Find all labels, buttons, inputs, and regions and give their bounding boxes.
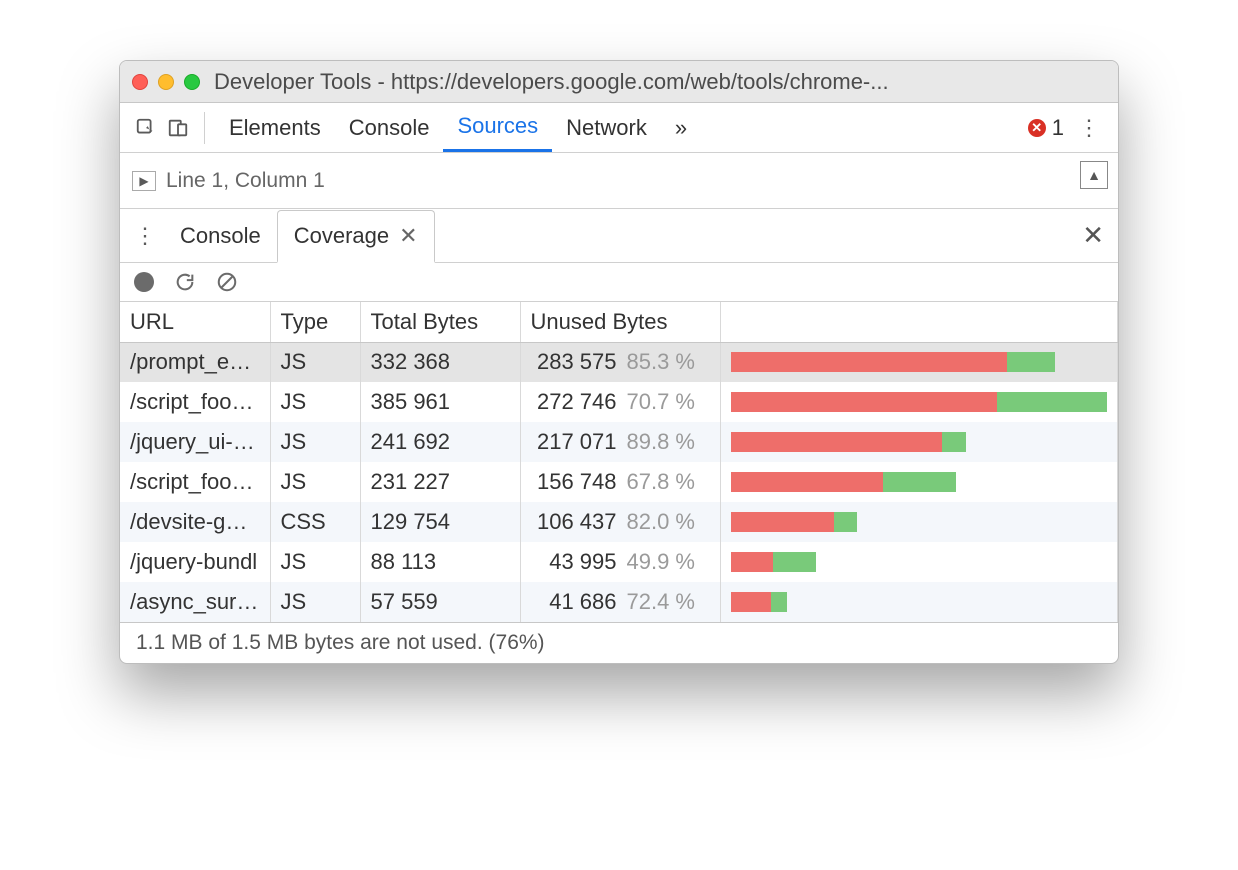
- cell-url: /devsite-goog: [120, 502, 270, 542]
- tabs-overflow[interactable]: »: [661, 103, 701, 152]
- cell-unused-bytes: 41 68672.4 %: [520, 582, 720, 622]
- cursor-position: Line 1, Column 1: [166, 169, 325, 193]
- expand-drawer-icon[interactable]: ▲: [1080, 161, 1108, 189]
- tab-console[interactable]: Console: [335, 103, 444, 152]
- play-icon[interactable]: ▶: [132, 171, 156, 191]
- usage-bar: [731, 392, 1108, 412]
- cell-unused-bytes: 272 74670.7 %: [520, 382, 720, 422]
- cell-usage-bar: [720, 342, 1118, 382]
- close-window-button[interactable]: [132, 74, 148, 90]
- usage-bar: [731, 352, 1055, 372]
- cell-url: /jquery-bundl: [120, 542, 270, 582]
- window-title: Developer Tools - https://developers.goo…: [214, 69, 1106, 95]
- cell-type: JS: [270, 422, 360, 462]
- cell-type: JS: [270, 542, 360, 582]
- col-header-type[interactable]: Type: [270, 302, 360, 342]
- cell-total-bytes: 129 754: [360, 502, 520, 542]
- cell-url: /script_foot_c: [120, 382, 270, 422]
- table-row[interactable]: /prompt_embJS332 368283 57585.3 %: [120, 342, 1118, 382]
- close-icon[interactable]: ✕: [399, 223, 417, 249]
- drawer-tab-label: Console: [180, 223, 261, 249]
- table-row[interactable]: /async_surveyJS57 55941 68672.4 %: [120, 582, 1118, 622]
- table-row[interactable]: /script_foot.jsJS231 227156 74867.8 %: [120, 462, 1118, 502]
- cell-usage-bar: [720, 382, 1118, 422]
- table-header-row: URL Type Total Bytes Unused Bytes: [120, 302, 1118, 342]
- tab-elements[interactable]: Elements: [215, 103, 335, 152]
- drawer-tab-coverage[interactable]: Coverage ✕: [277, 210, 435, 263]
- close-drawer-icon[interactable]: ✕: [1068, 220, 1118, 251]
- cell-unused-bytes: 283 57585.3 %: [520, 342, 720, 382]
- devtools-window: Developer Tools - https://developers.goo…: [119, 60, 1119, 664]
- usage-bar: [731, 592, 787, 612]
- tab-label: Network: [566, 115, 647, 141]
- separator: [204, 112, 205, 144]
- cell-url: /jquery_ui-bun: [120, 422, 270, 462]
- drawer-tabs: ⋮ Console Coverage ✕ ✕: [120, 209, 1118, 263]
- cell-type: JS: [270, 582, 360, 622]
- cell-total-bytes: 57 559: [360, 582, 520, 622]
- cell-type: JS: [270, 382, 360, 422]
- drawer-tab-label: Coverage: [294, 223, 389, 249]
- cell-unused-bytes: 106 43782.0 %: [520, 502, 720, 542]
- titlebar: Developer Tools - https://developers.goo…: [120, 61, 1118, 103]
- cell-usage-bar: [720, 462, 1118, 502]
- col-header-url[interactable]: URL: [120, 302, 270, 342]
- cell-type: CSS: [270, 502, 360, 542]
- drawer-tab-console[interactable]: Console: [164, 209, 277, 262]
- tab-sources[interactable]: Sources: [443, 103, 552, 152]
- zoom-window-button[interactable]: [184, 74, 200, 90]
- editor-stub: ▶ Line 1, Column 1 ▲: [120, 153, 1118, 209]
- coverage-toolbar: [120, 263, 1118, 302]
- cell-total-bytes: 231 227: [360, 462, 520, 502]
- usage-bar: [731, 432, 967, 452]
- table-row[interactable]: /jquery_ui-bunJS241 692217 07189.8 %: [120, 422, 1118, 462]
- col-header-unused[interactable]: Unused Bytes: [520, 302, 720, 342]
- cell-url: /prompt_emb: [120, 342, 270, 382]
- col-header-total[interactable]: Total Bytes: [360, 302, 520, 342]
- cell-unused-bytes: 217 07189.8 %: [520, 422, 720, 462]
- status-bar: 1.1 MB of 1.5 MB bytes are not used. (76…: [120, 622, 1118, 663]
- cell-total-bytes: 332 368: [360, 342, 520, 382]
- cell-total-bytes: 385 961: [360, 382, 520, 422]
- reload-icon[interactable]: [174, 271, 196, 293]
- usage-bar: [731, 472, 957, 492]
- error-icon: ✕: [1028, 119, 1046, 137]
- clear-icon[interactable]: [216, 271, 238, 293]
- device-toggle-icon[interactable]: [162, 112, 194, 144]
- cell-type: JS: [270, 462, 360, 502]
- coverage-table: URL Type Total Bytes Unused Bytes /promp…: [120, 302, 1118, 622]
- drawer-menu-icon[interactable]: ⋮: [126, 223, 164, 249]
- cell-total-bytes: 88 113: [360, 542, 520, 582]
- tab-network[interactable]: Network: [552, 103, 661, 152]
- cell-unused-bytes: 43 99549.9 %: [520, 542, 720, 582]
- cell-usage-bar: [720, 502, 1118, 542]
- cell-usage-bar: [720, 542, 1118, 582]
- usage-bar: [731, 512, 858, 532]
- traffic-lights: [132, 74, 200, 90]
- cell-url: /script_foot.js: [120, 462, 270, 502]
- kebab-menu-icon[interactable]: ⋮: [1070, 115, 1108, 141]
- cell-type: JS: [270, 342, 360, 382]
- cell-url: /async_survey: [120, 582, 270, 622]
- table-row[interactable]: /jquery-bundlJS88 11343 99549.9 %: [120, 542, 1118, 582]
- minimize-window-button[interactable]: [158, 74, 174, 90]
- cell-unused-bytes: 156 74867.8 %: [520, 462, 720, 502]
- main-tabs: Elements Console Sources Network » ✕ 1 ⋮: [120, 103, 1118, 153]
- col-header-bar[interactable]: [720, 302, 1118, 342]
- error-badge[interactable]: ✕ 1: [1028, 115, 1064, 141]
- tab-label: Elements: [229, 115, 321, 141]
- table-row[interactable]: /script_foot_cJS385 961272 74670.7 %: [120, 382, 1118, 422]
- error-count: 1: [1052, 115, 1064, 141]
- chevron-double-right-icon: »: [675, 115, 687, 141]
- cell-usage-bar: [720, 582, 1118, 622]
- tab-label: Sources: [457, 113, 538, 139]
- tab-label: Console: [349, 115, 430, 141]
- usage-bar: [731, 552, 817, 572]
- cell-usage-bar: [720, 422, 1118, 462]
- record-button[interactable]: [134, 272, 154, 292]
- status-text: 1.1 MB of 1.5 MB bytes are not used. (76…: [136, 631, 545, 654]
- inspect-icon[interactable]: [130, 112, 162, 144]
- cell-total-bytes: 241 692: [360, 422, 520, 462]
- table-row[interactable]: /devsite-googCSS129 754106 43782.0 %: [120, 502, 1118, 542]
